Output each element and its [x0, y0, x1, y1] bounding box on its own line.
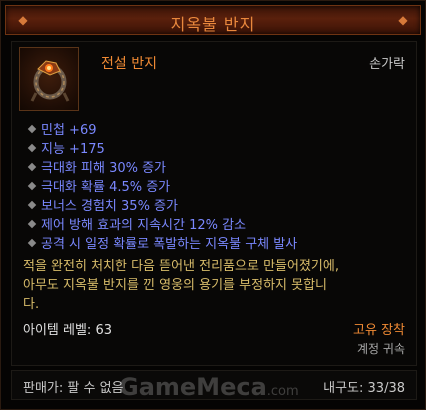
item-slot: 손가락 [369, 57, 405, 72]
flavor-line: 다. [23, 297, 40, 312]
flavor-line: 아무도 지옥불 반지를 낀 영웅의 용기를 부정하지 못합니 [23, 278, 328, 293]
item-name: 지옥불 반지 [170, 15, 256, 34]
item-level: 아이템 레벨: 63 [23, 323, 112, 338]
affix-text: 보너스 경험치 35% 증가 [41, 199, 178, 214]
affix-text: 제어 방해 효과의 지속시간 12% 감소 [41, 218, 247, 233]
item-title-bar: ◆ 지옥불 반지 ◆ [5, 5, 421, 35]
affix-text: 지능 +175 [41, 142, 105, 157]
bullet-icon [27, 200, 37, 210]
bullet-icon [27, 181, 37, 191]
watermark-text: GameMeca [119, 373, 267, 401]
durability: 내구도: 33/38 [323, 381, 405, 396]
affix-line: 제어 방해 효과의 지속시간 12% 감소 [27, 216, 297, 235]
affix-line: 극대화 피해 30% 증가 [27, 159, 297, 178]
affix-text: 민첩 +69 [41, 123, 97, 138]
affix-line: 보너스 경험치 35% 증가 [27, 197, 297, 216]
affix-text: 극대화 피해 30% 증가 [41, 161, 167, 176]
item-icon-frame [19, 47, 79, 111]
affix-line: 공격 시 일정 확률로 폭발하는 지옥불 구체 발사 [27, 235, 298, 254]
item-type: 전설 반지 [101, 56, 157, 72]
affix-list: 민첩 +69 지능 +175 극대화 피해 30% 증가 극대화 확률 4.5%… [27, 121, 298, 254]
watermark-suffix: .com [266, 384, 299, 399]
account-bound-label: 계정 귀속 [357, 342, 405, 356]
affix-text: 공격 시 일정 확률로 폭발하는 지옥불 구체 발사 [41, 237, 298, 252]
bullet-icon [27, 124, 37, 134]
ornament-right-icon: ◆ [398, 13, 408, 27]
bullet-icon [27, 162, 37, 172]
affix-text: 극대화 확률 4.5% 증가 [41, 180, 171, 195]
bullet-icon [27, 219, 37, 229]
flavor-text: 적을 완전히 처치한 다음 뜯어낸 전리품으로 만들어졌기에, 아무도 지옥불 … [23, 257, 403, 314]
sell-price: 판매가: 팔 수 없음 [23, 381, 124, 396]
watermark-logo: GameMeca.com [119, 373, 299, 401]
unique-equipped-label: 고유 장착 [353, 323, 405, 338]
ring-icon [30, 60, 70, 102]
bullet-icon [27, 238, 37, 248]
flavor-line: 적을 완전히 처치한 다음 뜯어낸 전리품으로 만들어졌기에, [23, 259, 339, 274]
affix-line: 민첩 +69 [27, 121, 297, 140]
affix-line: 극대화 확률 4.5% 증가 [27, 178, 297, 197]
item-tooltip: ◆ 지옥불 반지 ◆ 전설 반지 손가락 민첩 +69 지능 +175 극대화 … [0, 0, 426, 410]
affix-line: 지능 +175 [27, 140, 297, 159]
bullet-icon [27, 143, 37, 153]
